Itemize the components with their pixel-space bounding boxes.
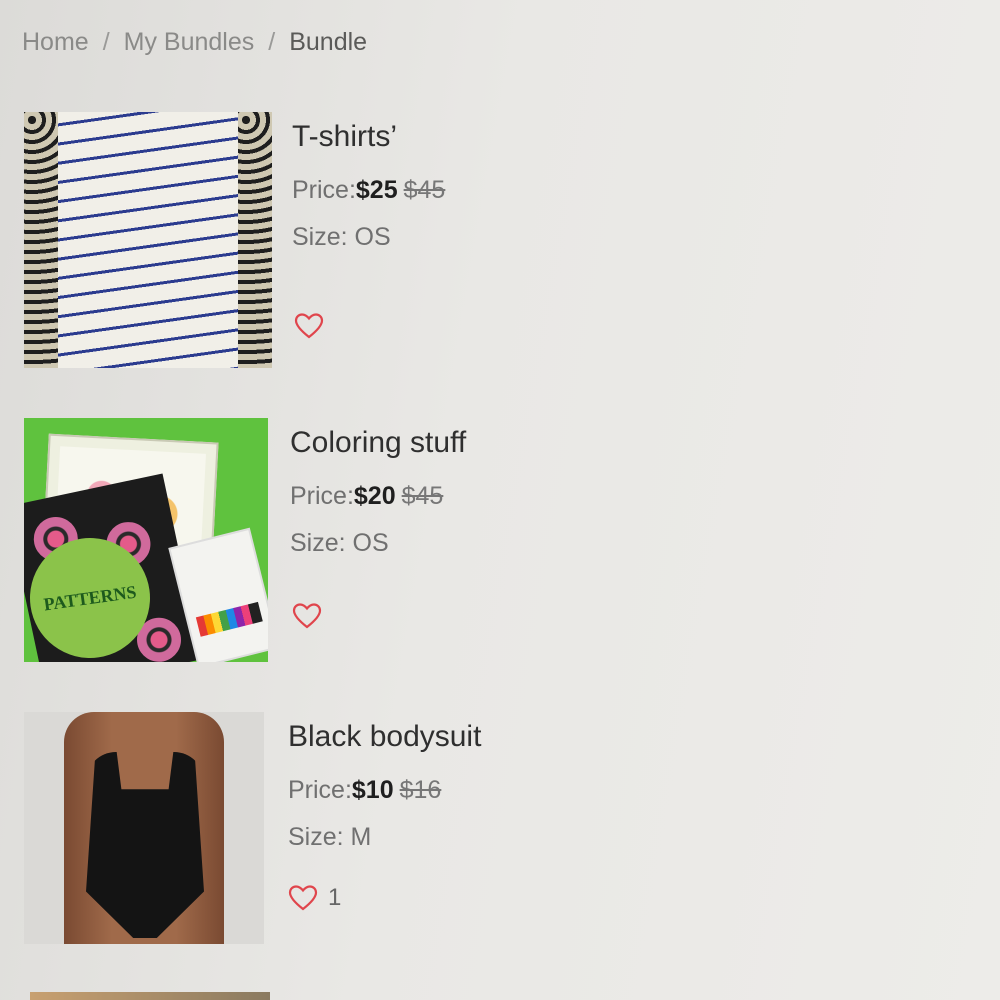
like-control [292,602,332,630]
breadcrumb-my-bundles[interactable]: My Bundles [124,28,255,57]
like-control [294,312,334,340]
product-price: Price:$20 $45 [290,482,466,511]
breadcrumb-current: Bundle [289,28,368,56]
like-control: 1 [288,884,341,912]
like-count: 1 [328,884,342,911]
heart-outline-icon[interactable] [292,602,322,630]
thumbnail-background-pattern [24,112,58,368]
bundle-item: Black bodysuit Price:$10 $16 Size: M 1 [24,712,724,972]
current-price: $20 [353,482,396,510]
breadcrumb-separator: / [102,28,110,56]
product-thumbnail-partial[interactable] [30,992,270,1000]
thumbnail-background-pattern [238,112,272,368]
current-price: $25 [355,176,398,204]
breadcrumb: Home / My Bundles / Bundle [22,28,367,57]
product-title[interactable]: T-shirts’ [292,120,445,154]
breadcrumb-home[interactable]: Home [22,28,89,57]
product-info: Coloring stuff Price:$20 $45 Size: OS [290,426,466,558]
breadcrumb-separator: / [268,28,276,56]
price-label: Price: [288,776,352,804]
heart-outline-icon[interactable] [288,884,318,912]
original-price: $16 [399,776,442,804]
price-label: Price: [290,482,354,510]
product-size: Size: OS [292,223,391,251]
product-size: Size: M [288,823,372,851]
bundle-item: T-shirts’ Price:$25 $45 Size: OS [24,112,724,372]
bundle-item: PATTERNS Coloring stuff Price:$20 $45 Siz… [24,418,724,678]
product-title[interactable]: Coloring stuff [290,426,466,460]
product-thumbnail[interactable]: PATTERNS [24,418,268,662]
product-thumbnail[interactable] [24,112,272,368]
product-size: Size: OS [290,529,389,557]
product-thumbnail[interactable] [24,712,264,944]
product-price: Price:$25 $45 [292,176,445,205]
product-title[interactable]: Black bodysuit [288,720,481,754]
original-price: $45 [403,176,446,204]
heart-outline-icon[interactable] [294,312,324,340]
product-price: Price:$10 $16 [288,776,481,805]
product-info: T-shirts’ Price:$25 $45 Size: OS [292,120,445,252]
current-price: $10 [351,776,394,804]
price-label: Price: [292,176,356,204]
original-price: $45 [401,482,444,510]
product-info: Black bodysuit Price:$10 $16 Size: M [288,720,481,852]
